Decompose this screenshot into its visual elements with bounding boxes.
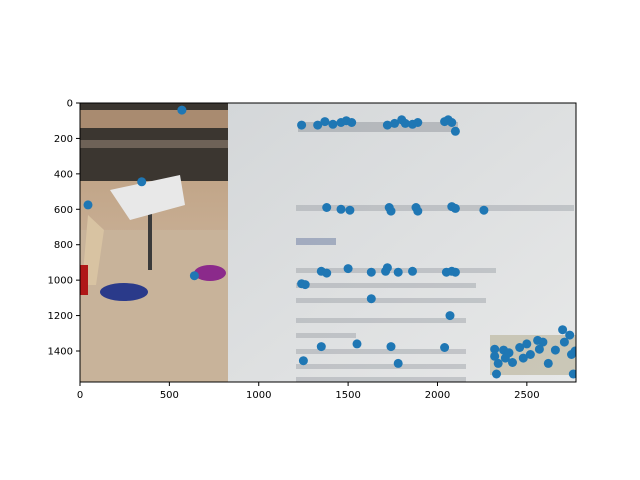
x-axis: 0 500 1000 1500 2000 2500 [77,382,540,401]
x-tick-label: 1000 [246,390,271,401]
scatter-point [343,264,353,274]
scatter-point [522,339,532,349]
scatter-point [450,267,460,277]
scatter-point [493,358,503,368]
scatter-point [328,119,338,129]
scatter-point [445,311,455,321]
y-tick-label: 1400 [48,347,73,358]
scatter-point [492,369,501,379]
y-tick-label: 1200 [48,311,73,322]
x-tick-label: 2000 [425,390,450,401]
y-tick-label: 600 [54,205,73,216]
scatter-point [322,203,332,212]
scatter-point [504,348,514,358]
scatter-point [525,350,535,359]
scatter-point [565,330,575,340]
scatter-point [393,358,403,368]
scatter-point [347,118,357,127]
y-tick-label: 200 [54,134,73,145]
scatter-point [345,205,355,215]
scatter-point [479,205,489,215]
scatter-point [386,342,396,352]
scatter-point [508,358,517,367]
scatter-point [450,203,460,213]
scatter-point [543,358,553,368]
scatter-point [413,118,423,127]
scatter-point [83,200,93,210]
scatter-point [413,206,423,216]
y-axis: 0 200 400 600 800 1000 1200 1400 [48,99,80,358]
scatter-point [366,294,376,304]
background-photo [80,103,576,382]
scatter-point [447,118,457,127]
scatter-point [322,268,332,278]
scatter-point [558,325,568,335]
x-tick-label: 500 [160,390,179,401]
scatter-figure: 0 500 1000 1500 2000 2500 0 200 400 600 800 1000 12… [48,99,577,401]
scatter-point [137,177,147,187]
scatter-point [570,346,576,356]
x-tick-label: 1500 [335,390,360,401]
scatter-point [189,271,199,281]
x-tick-label: 2500 [514,390,539,401]
scatter-point [450,126,460,136]
scatter-point [366,267,376,277]
y-tick-label: 400 [54,169,73,180]
y-tick-label: 1000 [48,276,73,287]
y-tick-label: 0 [67,99,73,110]
scatter-point [538,337,548,347]
scatter-point [386,206,396,216]
scatter-point [352,339,362,349]
scatter-point [320,117,330,127]
scatter-point [393,267,403,277]
scatter-point [382,263,392,273]
scatter-point [298,356,308,366]
scatter-point [440,343,450,352]
x-tick-label: 0 [77,390,83,401]
scatter-point [177,105,187,115]
scatter-point [336,204,346,214]
scatter-point [300,280,310,290]
scatter-point [550,345,560,355]
scatter-point [408,266,417,276]
scatter-point [297,120,307,130]
scatter-point [316,342,326,352]
y-tick-label: 800 [54,240,73,251]
